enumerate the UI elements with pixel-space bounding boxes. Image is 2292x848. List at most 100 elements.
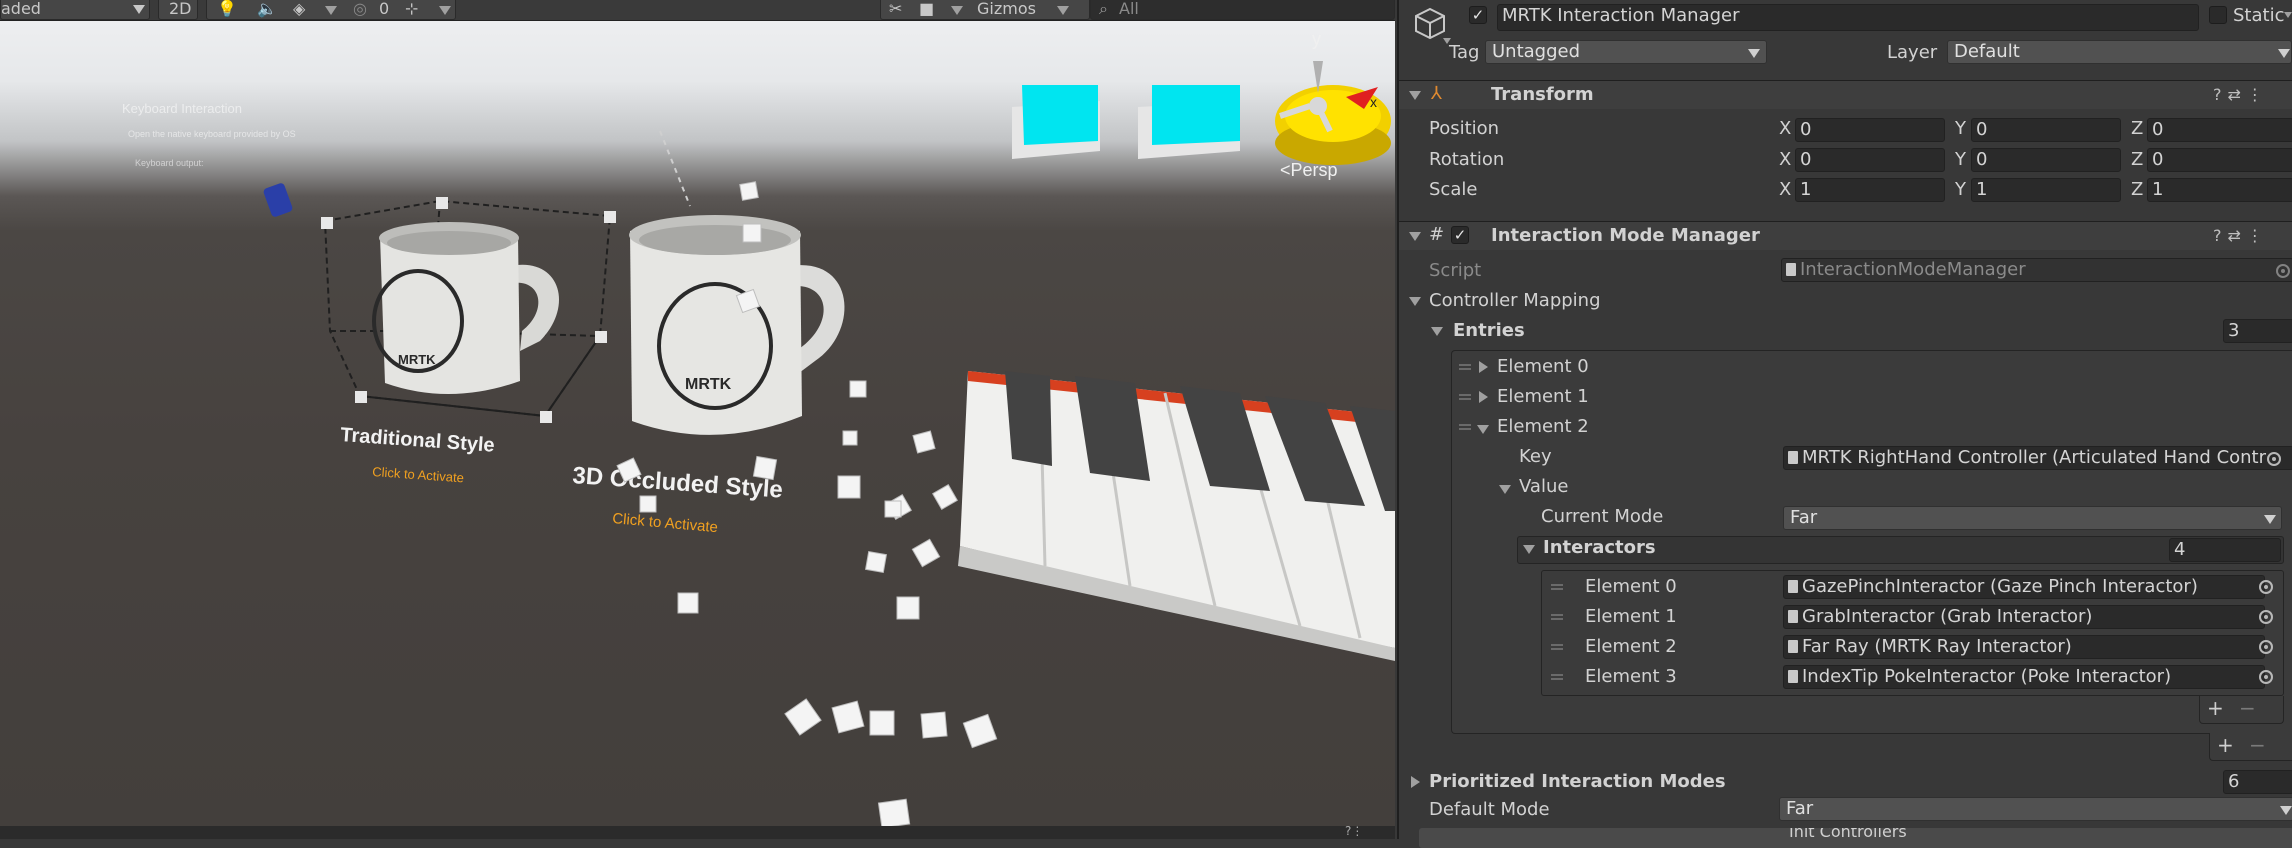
object-name-field[interactable]: MRTK Interaction Manager [1497,4,2199,31]
scene-search-input[interactable]: ⌕ All [1090,0,1395,20]
drag-handle-icon[interactable] [1551,614,1563,620]
hidden-objects-icon[interactable]: ◎ [353,0,367,21]
add-interactor-button[interactable]: + [2207,696,2224,720]
axis-y-label: Y [1955,149,1966,170]
orientation-gizmo[interactable]: y x <Persp [1275,29,1391,180]
chevron-down-icon[interactable] [325,6,337,15]
rotation-x-field[interactable]: 0 [1795,148,1945,172]
rotation-z-field[interactable]: 0 [2147,148,2292,172]
entries-label[interactable]: Entries [1453,320,1525,341]
scale-y-field[interactable]: 1 [1971,178,2121,202]
entries-count-field[interactable]: 3 [2223,319,2292,343]
activate-label-occluded[interactable]: Click to Activate [612,510,719,536]
script-file-icon [1788,610,1798,623]
prioritized-count-field[interactable]: 6 [2223,770,2292,794]
rotation-label: Rotation [1429,149,1505,170]
imm-enabled-checkbox[interactable]: ✓ [1451,226,1469,244]
chevron-down-icon[interactable] [439,6,451,15]
position-x-field[interactable]: 0 [1795,118,1945,142]
chevron-down-icon[interactable] [951,6,963,15]
more-options-icon[interactable]: ?⋮ [1345,824,1363,838]
remove-interactor-button[interactable]: − [2239,696,2256,720]
scene-viewport[interactable]: Keyboard Interaction Open the native key… [0,21,1395,826]
prioritized-modes-label[interactable]: Prioritized Interaction Modes [1429,771,1726,792]
gizmos-label[interactable]: Gizmos [977,0,1036,21]
object-picker-icon[interactable] [2267,452,2281,466]
entry-element-0[interactable]: Element 0 [1497,356,1589,377]
scale-z-field[interactable]: 1 [2147,178,2292,202]
activate-label-traditional[interactable]: Click to Activate [372,464,465,485]
transform-header[interactable]: ⅄ Transform ?⇄⋮ [1399,80,2292,109]
component-menu-icons[interactable]: ?⇄⋮ [2213,85,2269,104]
interactor-field[interactable]: GazePinchInteractor (Gaze Pinch Interact… [1783,575,2265,599]
remove-entry-button[interactable]: − [2249,733,2266,757]
drag-handle-icon[interactable] [1551,644,1563,650]
collapse-arrow-icon[interactable] [1409,91,1421,100]
rotation-y-field[interactable]: 0 [1971,148,2121,172]
value-label[interactable]: Value [1519,476,1568,497]
script-file-icon [1788,670,1798,683]
entry-element-1[interactable]: Element 1 [1497,386,1589,407]
interactors-label[interactable]: Interactors [1543,537,1656,558]
static-checkbox[interactable] [2209,6,2227,24]
cyan-buttons[interactable] [1012,85,1240,159]
effects-icon[interactable]: ◈ [293,0,305,21]
mug-traditional[interactable]: MRTK [372,222,560,395]
expand-arrow-icon[interactable] [1479,361,1488,373]
piano[interactable] [958,371,1395,661]
grid-icon[interactable]: ⊹ [405,0,418,21]
component-menu-icons[interactable]: ?⇄⋮ [2213,226,2269,245]
draw-mode-dropdown[interactable]: aded [0,0,150,20]
tag-dropdown[interactable]: Untagged [1485,40,1767,64]
gameobject-icon [1413,6,1447,40]
init-controllers-button[interactable]: Init Controllers [1419,828,2292,848]
position-y-field[interactable]: 0 [1971,118,2121,142]
collapse-arrow-icon[interactable] [1499,485,1511,494]
2d-toggle-button[interactable]: 2D [158,0,198,20]
scene-toggles-group: 💡 🔈 ◈ ◎ 0 ⊹ [206,0,456,20]
layer-dropdown[interactable]: Default [1947,40,2292,64]
chevron-down-icon[interactable] [1057,6,1069,15]
object-picker-icon[interactable] [2259,670,2273,684]
add-entry-button[interactable]: + [2217,733,2234,757]
gizmo-y-label: y [1312,29,1321,49]
collapse-arrow-icon[interactable] [1523,545,1535,554]
drag-handle-icon[interactable] [1459,424,1471,430]
drag-handle-icon[interactable] [1551,584,1563,590]
controller-mapping-label[interactable]: Controller Mapping [1429,290,1601,311]
script-file-icon [1788,580,1798,593]
layer-label: Layer [1887,42,1938,63]
collapse-arrow-icon[interactable] [1409,232,1421,241]
entry-element-2[interactable]: Element 2 [1497,416,1589,437]
drag-handle-icon[interactable] [1459,394,1471,400]
object-picker-icon[interactable] [2259,580,2273,594]
expand-arrow-icon[interactable] [1411,776,1420,788]
collapse-arrow-icon[interactable] [1409,297,1421,306]
collapse-arrow-icon[interactable] [1477,425,1489,434]
drag-handle-icon[interactable] [1551,674,1563,680]
tools-icon[interactable]: ✂ [889,0,902,21]
key-object-field[interactable]: MRTK RightHand Controller (Articulated H… [1783,446,2292,470]
scale-x-field[interactable]: 1 [1795,178,1945,202]
interactor-field[interactable]: GrabInteractor (Grab Interactor) [1783,605,2265,629]
drag-handle-icon[interactable] [1459,364,1471,370]
scene-view[interactable]: aded 2D 💡 🔈 ◈ ◎ 0 ⊹ ✂ ■ Gizmos ⌕ All Key… [0,0,1395,839]
chevron-down-icon[interactable] [2284,12,2292,18]
camera-icon[interactable]: ■ [919,0,934,21]
mug-occluded[interactable]: MRTK [629,215,845,435]
interactor-field[interactable]: IndexTip PokeInteractor (Poke Interactor… [1783,665,2265,689]
position-z-field[interactable]: 0 [2147,118,2292,142]
current-mode-dropdown[interactable]: Far [1783,506,2282,530]
interactors-count-field[interactable]: 4 [2169,538,2281,562]
collapse-arrow-icon[interactable] [1431,327,1443,336]
object-picker-icon[interactable] [2259,610,2273,624]
audio-icon[interactable]: 🔈 [257,0,277,21]
default-mode-dropdown[interactable]: Far [1779,797,2292,821]
active-checkbox[interactable]: ✓ [1469,6,1487,24]
lighting-icon[interactable]: 💡 [217,0,237,21]
expand-arrow-icon[interactable] [1479,391,1488,403]
interactor-label: Element 1 [1585,606,1677,627]
object-picker-icon[interactable] [2259,640,2273,654]
interactor-field[interactable]: Far Ray (MRTK Ray Interactor) [1783,635,2265,659]
imm-header[interactable]: # ✓ Interaction Mode Manager ?⇄⋮ [1399,221,2292,250]
